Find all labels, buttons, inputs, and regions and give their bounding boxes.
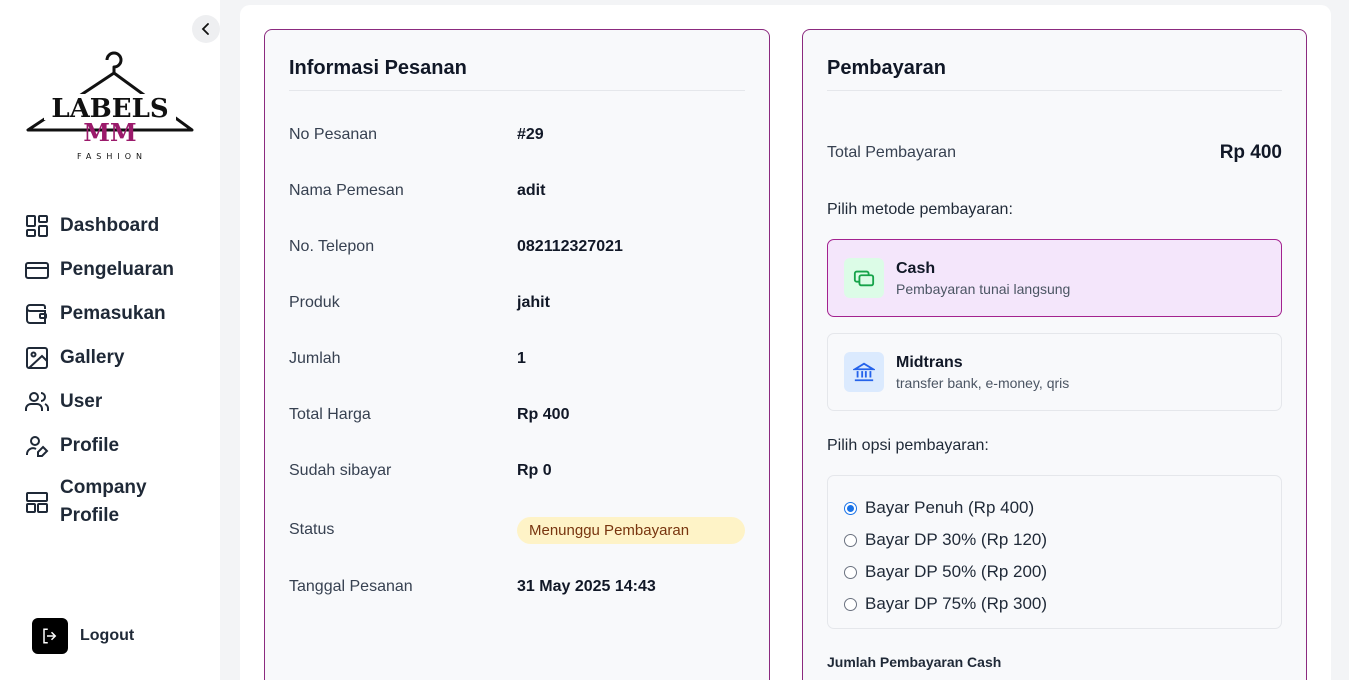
phone-row: No. Telepon 082112327021 [289, 235, 745, 259]
sidebar-item-company-profile[interactable]: Company Profile [24, 468, 214, 536]
cash-amount-label: Jumlah Pembayaran Cash [827, 654, 1002, 670]
sidebar-nav: Dashboard Pengeluaran Pemasukan Gallery … [24, 204, 214, 536]
method-subtitle: Pembayaran tunai langsung [896, 280, 1071, 297]
info-label: Total Harga [289, 406, 371, 423]
order-number-row: No Pesanan #29 [289, 123, 745, 147]
product-row: Produk jahit [289, 291, 745, 315]
image-icon [24, 345, 50, 371]
payment-options: Bayar Penuh (Rp 400) Bayar DP 30% (Rp 12… [827, 475, 1282, 629]
brand-line2: MM [83, 118, 136, 147]
sidebar-item-pengeluaran[interactable]: Pengeluaran [24, 248, 214, 292]
info-value: 082112327021 [517, 238, 623, 255]
wallet-icon [24, 301, 50, 327]
method-title: Cash [896, 259, 936, 277]
divider [289, 90, 745, 91]
sidebar-item-pemasukan[interactable]: Pemasukan [24, 292, 214, 336]
info-label: Status [289, 521, 335, 538]
option-label: Bayar DP 50% (Rp 200) [865, 562, 1048, 581]
info-label: Tanggal Pesanan [289, 578, 413, 595]
sidebar-item-user[interactable]: User [24, 380, 214, 424]
sidebar-item-gallery[interactable]: Gallery [24, 336, 214, 380]
sidebar-item-label: Company Profile [60, 477, 147, 526]
option-dp-50[interactable]: Bayar DP 50% (Rp 200) [844, 556, 1281, 588]
info-label: No Pesanan [289, 126, 378, 143]
method-title: Midtrans [896, 353, 963, 371]
payment-title: Pembayaran [827, 57, 946, 79]
sidebar: LABELS MM FASHION Dashboard Pengeluaran … [0, 0, 220, 680]
users-icon [24, 389, 50, 415]
quantity-row: Jumlah 1 [289, 347, 745, 371]
payment-method-cash[interactable]: Cash Pembayaran tunai langsung [827, 239, 1282, 317]
logout-button[interactable]: Logout [32, 618, 134, 654]
option-full-payment[interactable]: Bayar Penuh (Rp 400) [844, 492, 1281, 524]
info-value: 31 May 2025 14:43 [517, 578, 656, 595]
info-value: Rp 400 [517, 406, 570, 423]
info-value: #29 [517, 126, 544, 143]
order-info-title: Informasi Pesanan [289, 57, 467, 79]
sidebar-item-label: User [60, 391, 103, 412]
total-price-row: Total Harga Rp 400 [289, 403, 745, 427]
chevron-left-icon [201, 23, 209, 35]
customer-name-row: Nama Pemesan adit [289, 179, 745, 203]
order-info-panel: Informasi Pesanan No Pesanan #29 Nama Pe… [264, 29, 770, 680]
info-label: Sudah sibayar [289, 462, 392, 479]
collapse-sidebar-button[interactable] [192, 15, 220, 43]
info-label: Produk [289, 294, 340, 311]
sidebar-item-label: Pengeluaran [60, 259, 175, 280]
cash-icon [844, 258, 884, 298]
status-badge: Menunggu Pembayaran [517, 516, 745, 544]
sidebar-item-profile[interactable]: Profile [24, 424, 214, 468]
radio-button[interactable] [844, 533, 857, 547]
order-date-row: Tanggal Pesanan 31 May 2025 14:43 [289, 575, 745, 599]
info-label: Nama Pemesan [289, 182, 404, 199]
logout-label: Logout [80, 627, 135, 644]
info-label: Jumlah [289, 350, 341, 367]
info-value: 1 [517, 350, 526, 367]
info-value: adit [517, 182, 546, 199]
radio-button[interactable] [844, 501, 857, 515]
option-dp-30[interactable]: Bayar DP 30% (Rp 120) [844, 524, 1281, 556]
sidebar-item-label: Dashboard [60, 215, 160, 236]
divider [827, 90, 1282, 91]
info-value: Rp 0 [517, 462, 552, 479]
sidebar-item-dashboard[interactable]: Dashboard [24, 204, 214, 248]
brand-logo: LABELS MM FASHION [22, 46, 198, 164]
total-payment-row: Total Pembayaran Rp 400 [827, 142, 1282, 164]
info-value: jahit [517, 294, 550, 311]
method-prompt: Pilih metode pembayaran: [827, 201, 1013, 218]
total-payment-label: Total Pembayaran [827, 144, 956, 161]
status-row: Status Menunggu Pembayaran [289, 515, 745, 545]
method-subtitle: transfer bank, e-money, qris [896, 374, 1070, 391]
option-label: Bayar DP 75% (Rp 300) [865, 594, 1048, 613]
total-payment-value: Rp 400 [1219, 142, 1282, 163]
credit-card-icon [24, 257, 50, 283]
payment-method-midtrans[interactable]: Midtrans transfer bank, e-money, qris [827, 333, 1282, 411]
paid-amount-row: Sudah sibayar Rp 0 [289, 459, 745, 483]
radio-button[interactable] [844, 597, 857, 611]
dashboard-icon [24, 213, 50, 239]
bank-icon [844, 352, 884, 392]
sidebar-item-label: Gallery [60, 347, 125, 368]
user-edit-icon [24, 433, 50, 459]
option-dp-75[interactable]: Bayar DP 75% (Rp 300) [844, 588, 1281, 620]
option-prompt: Pilih opsi pembayaran: [827, 437, 989, 454]
option-label: Bayar Penuh (Rp 400) [865, 498, 1035, 517]
sidebar-item-label: Profile [60, 435, 120, 456]
info-label: No. Telepon [289, 238, 375, 255]
layout-icon [24, 489, 50, 515]
brand-tagline: FASHION [77, 152, 147, 161]
payment-panel: Pembayaran Total Pembayaran Rp 400 Pilih… [802, 29, 1307, 680]
logout-icon [32, 618, 68, 654]
option-label: Bayar DP 30% (Rp 120) [865, 530, 1048, 549]
radio-button[interactable] [844, 565, 857, 579]
sidebar-item-label: Pemasukan [60, 303, 166, 324]
